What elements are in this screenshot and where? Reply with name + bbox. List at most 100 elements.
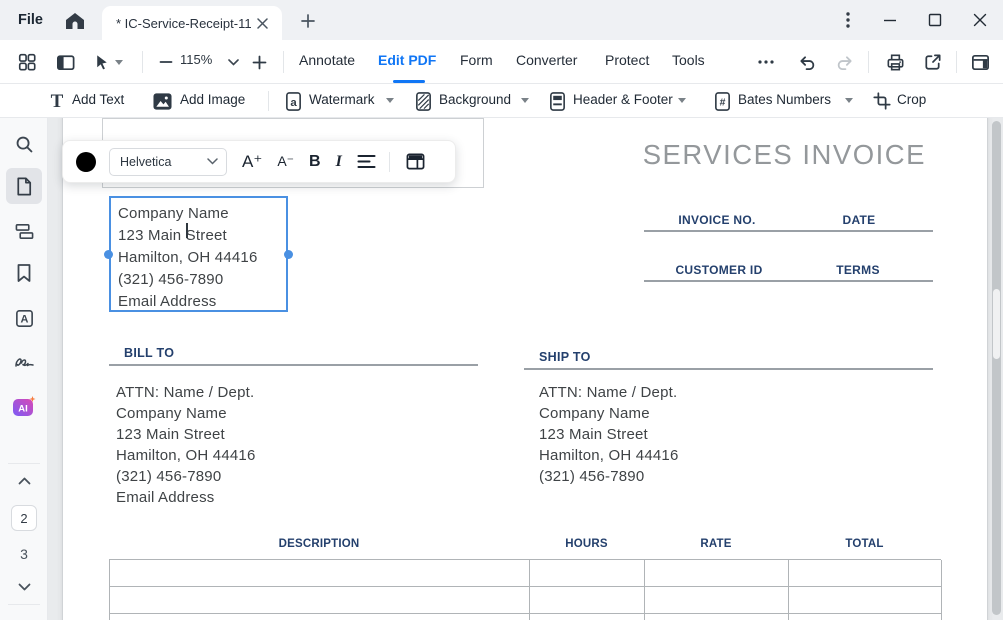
selected-textbox-company[interactable]: Company Name 123 Main Street Hamilton, O…: [109, 196, 288, 312]
previous-page-button[interactable]: [12, 472, 36, 490]
tab-close-button[interactable]: [252, 13, 272, 33]
next-page-button[interactable]: [12, 578, 36, 596]
column-header-description[interactable]: DESCRIPTION: [109, 538, 529, 550]
tab-protect[interactable]: Protect: [605, 52, 649, 68]
ellipsis-icon: [757, 59, 775, 65]
chevron-down-icon: [228, 59, 239, 66]
table-cell[interactable]: [110, 587, 530, 614]
bill-to-address[interactable]: ATTN: Name / Dept. Company Name 123 Main…: [116, 382, 256, 508]
minimize-button[interactable]: [874, 5, 906, 35]
sidebar-item-page-thumbnails[interactable]: [6, 168, 42, 204]
undo-button[interactable]: [796, 51, 818, 73]
file-menu[interactable]: File: [18, 0, 43, 40]
header-footer-dropdown[interactable]: [678, 98, 686, 103]
pdf-page[interactable]: SERVICES INVOICE INVOICE NO. DATE CUSTOM…: [62, 118, 988, 620]
ship-to-label[interactable]: SHIP TO: [539, 350, 591, 364]
bill-to-label[interactable]: BILL TO: [124, 346, 174, 360]
alignment-button[interactable]: [357, 154, 376, 169]
table-properties-button[interactable]: [405, 152, 426, 171]
text-format-toolbar: Helvetica A⁺ A⁻ B I: [62, 140, 456, 183]
column-header-hours[interactable]: HOURS: [529, 538, 644, 550]
layout-view-button[interactable]: [969, 51, 991, 73]
resize-handle-left[interactable]: [104, 250, 113, 259]
terms-label[interactable]: TERMS: [836, 263, 880, 277]
add-text-button[interactable]: Add Text: [72, 92, 124, 107]
new-tab-button[interactable]: [296, 9, 320, 33]
sidebar-item-ai-assistant[interactable]: AI: [6, 389, 42, 425]
document-tab[interactable]: * IC-Service-Receipt-11...: [102, 6, 282, 40]
apps-grid-button[interactable]: [16, 51, 38, 73]
bates-numbers-button[interactable]: Bates Numbers: [738, 92, 831, 107]
ship-to-address[interactable]: ATTN: Name / Dept. Company Name 123 Main…: [539, 382, 679, 487]
maximize-button[interactable]: [919, 5, 951, 35]
document-tab-title: * IC-Service-Receipt-11...: [116, 16, 252, 31]
ai-icon: AI: [11, 395, 37, 419]
tab-converter[interactable]: Converter: [516, 52, 577, 68]
bill-to-underline: [109, 364, 478, 366]
tab-tools[interactable]: Tools: [672, 52, 705, 68]
table-cell[interactable]: [789, 560, 942, 587]
watermark-dropdown[interactable]: [386, 98, 394, 103]
customer-id-label[interactable]: CUSTOMER ID: [675, 263, 762, 277]
crop-button[interactable]: Crop: [897, 92, 926, 107]
add-image-button[interactable]: Add Image: [180, 92, 245, 107]
close-window-button[interactable]: [964, 5, 996, 35]
background-dropdown[interactable]: [521, 98, 529, 103]
zoom-level[interactable]: 115%: [180, 52, 212, 67]
zoom-dropdown[interactable]: [222, 51, 244, 73]
invoice-no-label[interactable]: INVOICE NO.: [678, 213, 755, 227]
column-header-rate[interactable]: RATE: [644, 538, 788, 550]
tab-form[interactable]: Form: [460, 52, 493, 68]
font-size-increase-button[interactable]: A⁺: [242, 152, 262, 172]
italic-button[interactable]: I: [336, 153, 342, 171]
table-cell[interactable]: [645, 614, 789, 620]
sidebar-item-bookmarks[interactable]: [6, 255, 42, 291]
kebab-menu-icon: [839, 10, 857, 30]
table-cell[interactable]: [530, 587, 645, 614]
scrollbar-thumb[interactable]: [993, 289, 1000, 359]
more-tools-button[interactable]: [755, 51, 777, 73]
table-cell[interactable]: [530, 560, 645, 587]
select-tool-dropdown[interactable]: [112, 51, 126, 73]
sidebar-item-annotations[interactable]: A: [6, 300, 42, 336]
zoom-out-button[interactable]: [155, 51, 177, 73]
table-cell[interactable]: [110, 614, 530, 620]
sidebar-item-outline[interactable]: [6, 213, 42, 249]
table-cell[interactable]: [530, 614, 645, 620]
sidebar-item-signature[interactable]: [6, 344, 42, 380]
bold-button[interactable]: B: [309, 153, 321, 171]
share-button[interactable]: [921, 51, 943, 73]
background-button[interactable]: Background: [439, 92, 511, 107]
redo-icon: [834, 53, 855, 72]
print-button[interactable]: [884, 51, 906, 73]
resize-handle-right[interactable]: [284, 250, 293, 259]
current-page-indicator[interactable]: 2: [11, 505, 37, 531]
zoom-in-button[interactable]: [248, 51, 270, 73]
page-number-3[interactable]: 3: [0, 546, 48, 562]
redo-button[interactable]: [833, 51, 855, 73]
date-label[interactable]: DATE: [843, 213, 876, 227]
table-cell[interactable]: [789, 587, 942, 614]
vertical-scrollbar[interactable]: [992, 121, 1001, 615]
app-menu-button[interactable]: [832, 5, 864, 35]
bates-numbers-dropdown[interactable]: [845, 98, 853, 103]
table-cell[interactable]: [645, 560, 789, 587]
select-tool-button[interactable]: [90, 51, 112, 73]
tab-annotate[interactable]: Annotate: [299, 52, 355, 68]
invoice-title[interactable]: SERVICES INVOICE: [543, 139, 926, 171]
header-footer-button[interactable]: Header & Footer: [573, 92, 673, 107]
search-icon: [14, 134, 35, 155]
tab-edit-pdf[interactable]: Edit PDF: [378, 52, 436, 68]
font-size-decrease-button[interactable]: A⁻: [277, 153, 294, 170]
watermark-button[interactable]: Watermark: [309, 92, 375, 107]
home-button[interactable]: [62, 8, 88, 34]
table-cell[interactable]: [110, 560, 530, 587]
caret-down-icon: [845, 98, 853, 103]
panel-toggle-button[interactable]: [54, 51, 76, 73]
font-family-select[interactable]: Helvetica: [109, 148, 227, 176]
table-cell[interactable]: [789, 614, 942, 620]
column-header-total[interactable]: TOTAL: [788, 538, 941, 550]
font-color-swatch[interactable]: [76, 152, 96, 172]
sidebar-item-search[interactable]: [6, 126, 42, 162]
table-cell[interactable]: [645, 587, 789, 614]
